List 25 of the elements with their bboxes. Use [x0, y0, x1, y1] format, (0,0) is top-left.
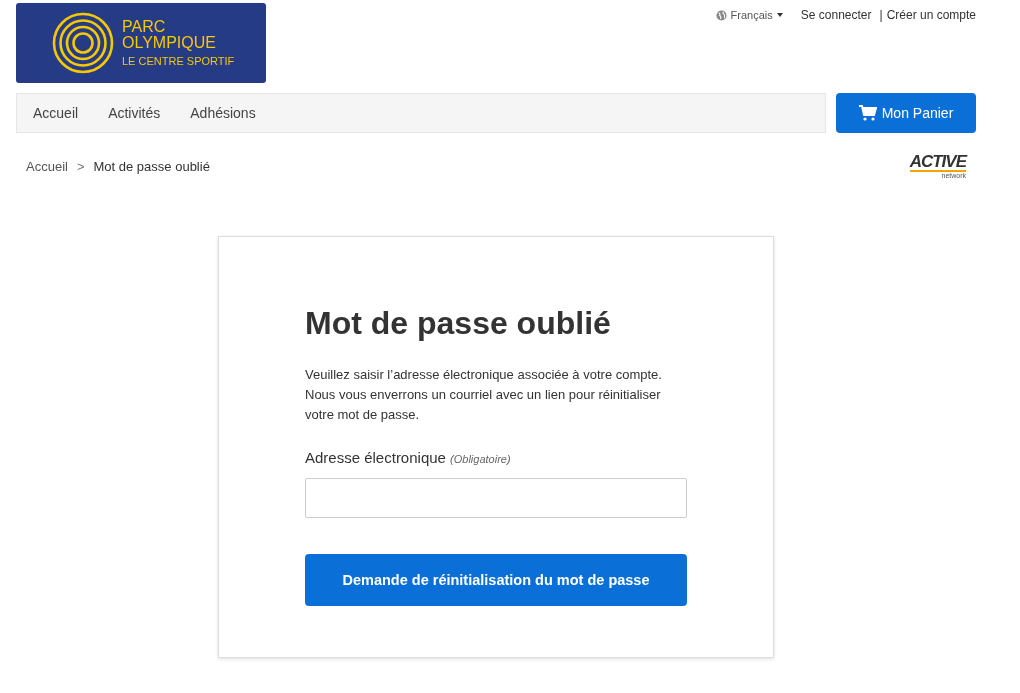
breadcrumb-separator: > — [76, 158, 85, 174]
create-account-link[interactable]: Créer un compte — [886, 8, 976, 22]
sign-in-link[interactable]: Se connecter — [800, 8, 872, 22]
breadcrumb-current: Mot de passe oublié — [93, 158, 210, 174]
cart-button[interactable]: Mon Panier — [836, 93, 976, 133]
field-label: Adresse électronique — [305, 449, 446, 466]
logo-text: PARC — [122, 19, 167, 35]
globe-icon — [715, 9, 727, 21]
logo[interactable]: PARC OLYMPIQUE LE CENTRE SPORTIF — [16, 3, 266, 83]
caret-icon — [776, 13, 783, 17]
nav-link[interactable]: Activités — [108, 105, 161, 121]
nav-link[interactable]: Accueil — [33, 105, 79, 121]
logo-tagline: LE CENTRE SPORTIF — [122, 55, 235, 67]
cart-icon — [858, 105, 877, 121]
nav-link[interactable]: Adhésions — [190, 105, 256, 121]
description-text: Veuillez saisir l’adresse électronique associée à votre compte. Nous vous enverrons un courriel avec un lien pour réinitialiser votre mot de passe. — [305, 366, 663, 424]
language-selector[interactable]: Français — [730, 9, 773, 21]
page-title: Mot de passe oublié — [305, 305, 612, 342]
required-hint: (Obligatoire) — [450, 453, 511, 465]
rings-icon — [52, 12, 114, 74]
logo-text: OLYMPIQUE — [122, 35, 217, 51]
link-separator: | — [879, 8, 883, 22]
email-field[interactable] — [305, 478, 687, 518]
breadcrumb-link[interactable]: Accueil — [26, 158, 68, 174]
submit-button[interactable]: Demande de réinitialisation du mot de passe — [305, 554, 687, 606]
